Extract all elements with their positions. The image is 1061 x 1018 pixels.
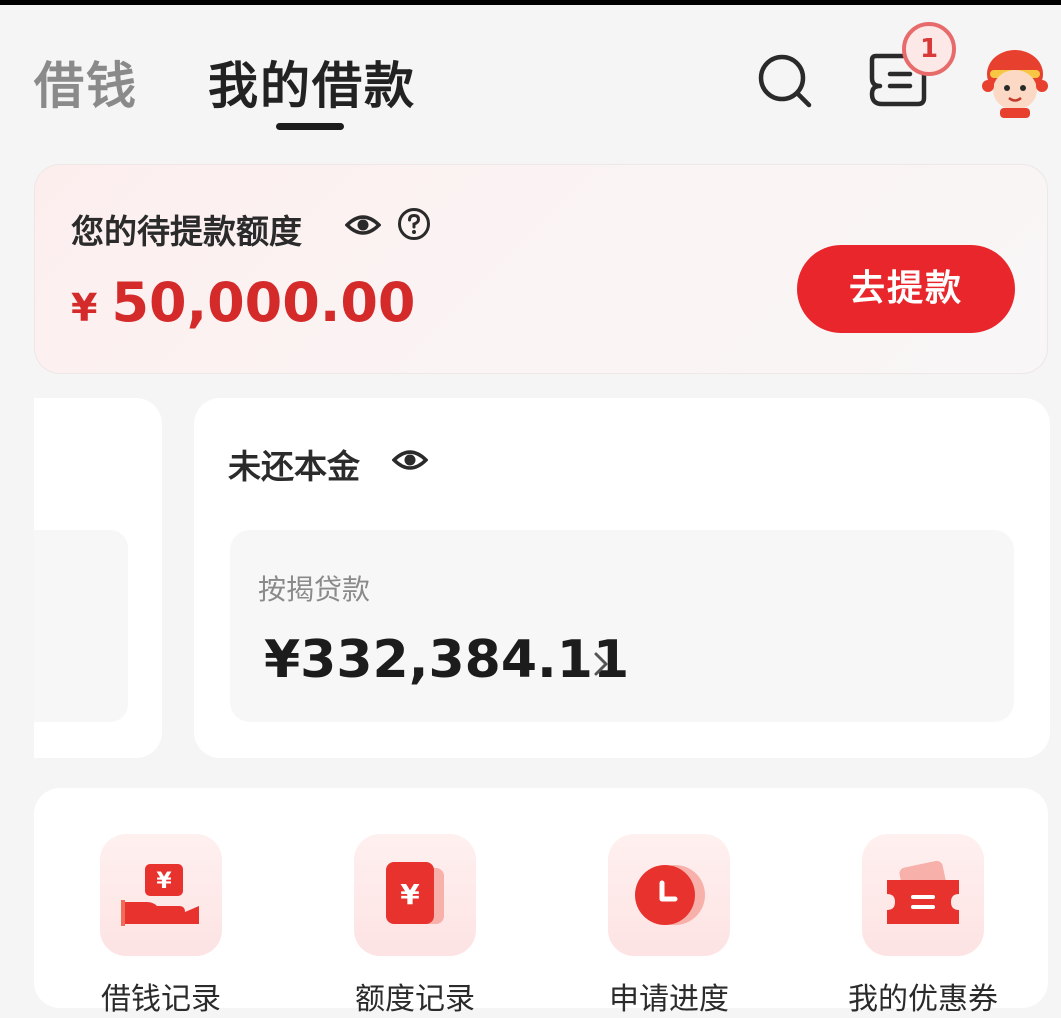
active-tab-indicator — [276, 123, 344, 130]
mascot-avatar-icon — [982, 50, 1048, 118]
principal-title: 未还本金 — [228, 447, 360, 486]
chevron-right-icon — [594, 652, 608, 676]
grid-label: 额度记录 — [355, 982, 475, 1017]
grid-item-my-coupons[interactable]: 我的优惠券 — [848, 834, 998, 1018]
message-count-badge: 1 — [902, 22, 956, 76]
principal-amount: ¥332,384.11 — [264, 630, 630, 690]
grid-icon-box: ¥ — [100, 834, 222, 956]
grid-label: 我的优惠券 — [848, 982, 998, 1017]
grid-icon-box — [862, 834, 984, 956]
quota-title: 您的待提款额度 — [71, 212, 302, 251]
eye-icon[interactable] — [345, 211, 381, 239]
quota-amount: ¥50,000.00 — [71, 271, 416, 334]
grid-item-borrow-records[interactable]: ¥ 借钱记录 — [100, 834, 222, 1018]
clock-icon — [635, 865, 705, 925]
search-button[interactable] — [756, 52, 814, 110]
previous-card-inner — [34, 530, 128, 722]
grid-icon-box — [608, 834, 730, 956]
hand-yuan-icon: ¥ — [121, 864, 199, 926]
grid-icon-box: ¥ — [354, 834, 476, 956]
search-icon — [758, 54, 812, 108]
yuan-card-icon: ¥ — [386, 862, 444, 924]
help-icon[interactable] — [397, 207, 431, 241]
svg-text:¥: ¥ — [156, 869, 172, 894]
quota-currency: ¥ — [71, 286, 98, 330]
quota-amount-value: 50,000.00 — [111, 271, 416, 334]
grid-label: 申请进度 — [609, 982, 729, 1017]
withdraw-button[interactable]: 去提款 — [797, 245, 1015, 333]
tab-my-loans[interactable]: 我的借款 — [208, 46, 416, 118]
svg-text:¥: ¥ — [400, 878, 420, 911]
avatar[interactable] — [978, 44, 1052, 118]
header: 借钱 我的借款 1 — [0, 0, 1061, 140]
tab-borrow[interactable]: 借钱 — [34, 46, 138, 118]
grid-item-quota-records[interactable]: ¥ 额度记录 — [354, 834, 476, 1018]
eye-icon[interactable] — [392, 446, 428, 474]
grid-item-application-progress[interactable]: 申请进度 — [608, 834, 730, 1018]
outstanding-principal-card: 未还本金 按揭贷款 ¥332,384.11 — [194, 398, 1050, 758]
loan-type-label: 按揭贷款 — [258, 573, 371, 606]
mortgage-loan-item[interactable]: 按揭贷款 ¥332,384.11 — [230, 530, 1014, 722]
coupon-icon — [887, 860, 959, 924]
withdrawal-quota-card: 您的待提款额度 ¥50,000.00 去提款 — [34, 164, 1048, 374]
function-grid: ¥ 借钱记录 ¥ 额度记录 申请进度 我的优惠券 — [34, 788, 1048, 1017]
grid-label: 借钱记录 — [101, 982, 221, 1017]
